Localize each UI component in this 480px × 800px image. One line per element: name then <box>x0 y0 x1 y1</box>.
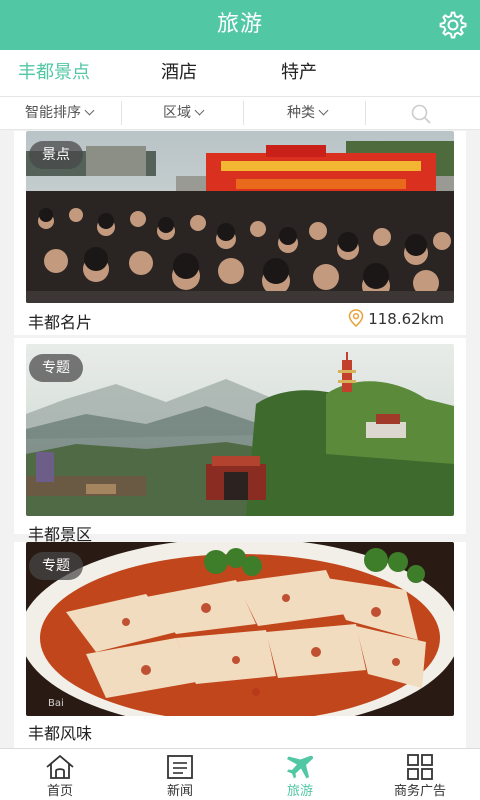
scenic-area-photo <box>26 344 454 516</box>
area-dropdown-label: 区域 <box>163 105 191 121</box>
type-dropdown-label: 种类 <box>287 105 315 121</box>
area-dropdown[interactable]: 区域 <box>163 97 205 129</box>
distance-label: 118.62km <box>348 309 444 328</box>
nav-news[interactable]: 新闻 <box>120 749 240 800</box>
category-tabs: 丰都景点 酒店 特产 <box>0 50 480 96</box>
distance-value: 118.62km <box>368 310 444 328</box>
bottom-nav: 首页 新闻 旅游 商务广告 <box>0 748 480 800</box>
list-item[interactable]: 专题 丰都景区 <box>14 338 466 544</box>
card-title: 丰都名片 <box>28 313 93 332</box>
home-icon <box>46 754 74 779</box>
divider <box>121 101 122 125</box>
chevron-down-icon <box>84 105 95 116</box>
location-pin-icon <box>348 309 364 327</box>
page-title: 旅游 <box>216 12 263 37</box>
nav-home[interactable]: 首页 <box>0 749 120 800</box>
card-photo <box>26 131 454 303</box>
category-tag: 专题 <box>29 552 83 580</box>
chevron-down-icon <box>194 105 205 116</box>
divider <box>243 101 244 125</box>
card-photo <box>26 344 454 516</box>
sort-dropdown-label: 智能排序 <box>25 105 81 121</box>
card-photo: Bai <box>26 542 454 716</box>
grid-icon <box>407 754 433 780</box>
news-icon <box>167 755 193 779</box>
type-dropdown[interactable]: 种类 <box>287 97 329 129</box>
airplane-icon <box>287 755 314 779</box>
divider <box>365 101 366 125</box>
filter-bar: 智能排序 区域 种类 <box>0 96 480 130</box>
tab-fengdu-sights[interactable]: 丰都景点 <box>18 50 90 96</box>
nav-news-label: 新闻 <box>166 784 193 799</box>
local-food-photo: Bai <box>26 542 454 716</box>
nav-travel[interactable]: 旅游 <box>240 749 360 800</box>
search-icon[interactable] <box>410 103 432 125</box>
gear-icon[interactable] <box>438 10 468 40</box>
chevron-down-icon <box>318 105 329 116</box>
nav-business-ads[interactable]: 商务广告 <box>360 749 480 800</box>
app-header: 旅游 <box>0 0 480 50</box>
attraction-list[interactable]: 景点 丰都名片 118.62km 专题 丰都景区 Bai 专题 丰都风味 <box>0 131 480 748</box>
parade-photo <box>26 131 454 303</box>
watermark: Bai <box>48 698 64 709</box>
category-tag: 景点 <box>29 141 83 169</box>
nav-home-label: 首页 <box>46 784 73 799</box>
card-title: 丰都风味 <box>28 724 93 743</box>
nav-travel-label: 旅游 <box>286 784 313 799</box>
list-item[interactable]: 景点 丰都名片 118.62km <box>14 131 466 335</box>
tab-specialty[interactable]: 特产 <box>281 50 317 96</box>
tab-hotel[interactable]: 酒店 <box>161 50 197 96</box>
category-tag: 专题 <box>29 354 83 382</box>
nav-business-ads-label: 商务广告 <box>393 784 446 799</box>
sort-dropdown[interactable]: 智能排序 <box>25 97 95 129</box>
list-item[interactable]: Bai 专题 丰都风味 <box>14 542 466 748</box>
